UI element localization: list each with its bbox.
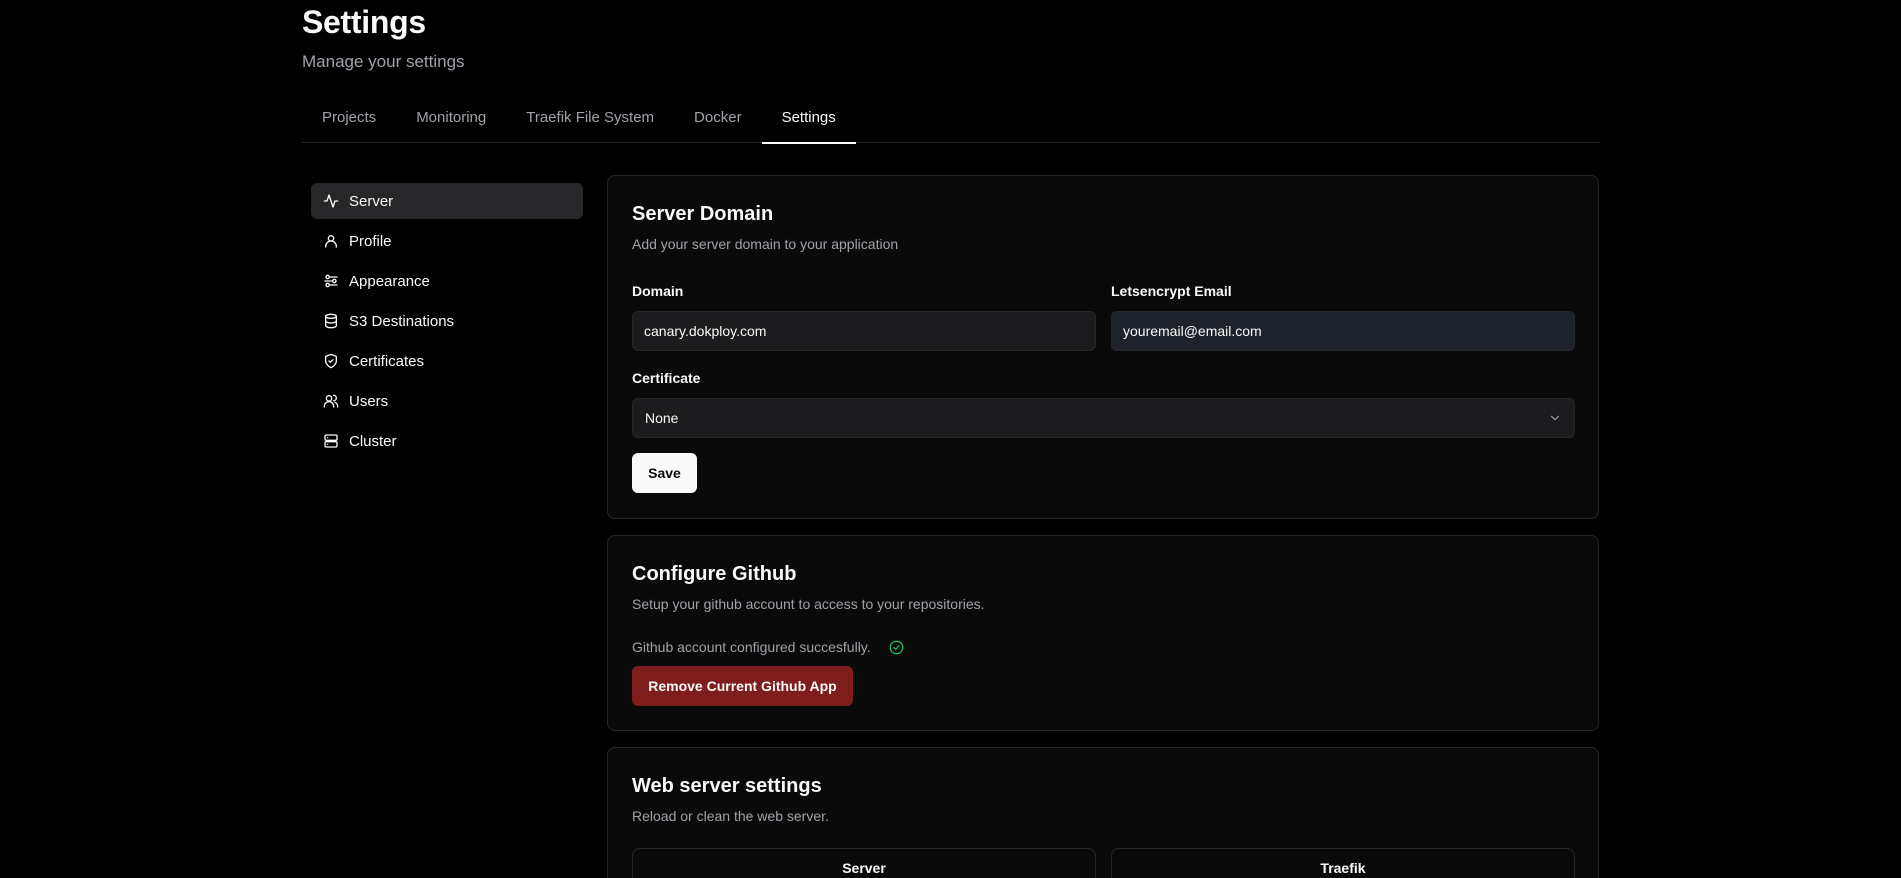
sidebar-item-cluster[interactable]: Cluster — [311, 423, 583, 459]
configure-github-card: Configure Github Setup your github accou… — [607, 535, 1599, 731]
tab-settings[interactable]: Settings — [761, 99, 856, 144]
sidebar-item-users[interactable]: Users — [311, 383, 583, 419]
card-title: Configure Github — [632, 563, 797, 585]
domain-input[interactable] — [632, 311, 1096, 351]
web-server-settings-card: Web server settings Reload or clean the … — [607, 747, 1599, 878]
sidebar-item-label: Users — [349, 392, 389, 410]
domain-label: Domain — [632, 283, 684, 299]
certificate-select-value: None — [645, 410, 679, 426]
remove-github-app-button[interactable]: Remove Current Github App — [632, 666, 853, 706]
chevron-down-icon — [1550, 415, 1560, 421]
certificate-label: Certificate — [632, 370, 701, 386]
traefik-subcard[interactable]: Traefik — [1111, 848, 1575, 878]
sidebar-item-label: Appearance — [349, 272, 430, 290]
page-subtitle: Manage your settings — [302, 52, 465, 71]
sidebar-item-appearance[interactable]: Appearance — [311, 263, 583, 299]
page-title: Settings — [302, 4, 426, 40]
certificate-select[interactable]: None — [632, 398, 1575, 438]
card-description: Add your server domain to your applicati… — [632, 236, 899, 252]
sidebar-item-label: Certificates — [349, 352, 425, 370]
tab-projects[interactable]: Projects — [302, 99, 396, 143]
tab-monitoring[interactable]: Monitoring — [396, 99, 506, 143]
database-icon — [325, 313, 337, 329]
card-description: Setup your github account to access to y… — [632, 596, 985, 612]
letsencrypt-email-label: Letsencrypt Email — [1111, 283, 1232, 299]
sidebar-item-label: Profile — [349, 232, 392, 250]
server-domain-card: Server Domain Add your server domain to … — [607, 175, 1599, 519]
card-description: Reload or clean the web server. — [632, 808, 829, 824]
github-status-text: Github account configured succesfully. — [632, 639, 871, 655]
sidebar-item-certificates[interactable]: Certificates — [311, 343, 583, 379]
main-tabs: Projects Monitoring Traefik File System … — [302, 99, 1600, 144]
sidebar-item-profile[interactable]: Profile — [311, 223, 583, 259]
letsencrypt-email-input[interactable] — [1111, 311, 1575, 351]
tab-traefik-file-system[interactable]: Traefik File System — [506, 99, 674, 143]
activity-icon — [323, 194, 339, 208]
sidebar-item-label: Cluster — [349, 432, 397, 450]
sidebar-item-server[interactable]: Server — [311, 183, 583, 219]
shield-check-icon — [325, 353, 337, 369]
palette-icon — [324, 274, 338, 288]
check-circle-icon — [889, 640, 904, 654]
github-status: Github account configured succesfully. — [632, 639, 904, 655]
save-button[interactable]: Save — [632, 453, 697, 493]
users-icon — [323, 394, 339, 408]
sidebar-item-label: S3 Destinations — [349, 312, 455, 330]
settings-sidebar: Server Profile Appearance S3 Destination… — [311, 183, 583, 463]
card-title: Server Domain — [632, 203, 774, 225]
server-icon — [324, 434, 338, 448]
card-title: Web server settings — [632, 775, 822, 797]
sidebar-item-s3-destinations[interactable]: S3 Destinations — [311, 303, 583, 339]
server-subcard[interactable]: Server — [632, 848, 1096, 878]
tab-docker[interactable]: Docker — [674, 99, 762, 143]
sidebar-item-label: Server — [349, 192, 394, 210]
user-icon — [325, 235, 337, 248]
